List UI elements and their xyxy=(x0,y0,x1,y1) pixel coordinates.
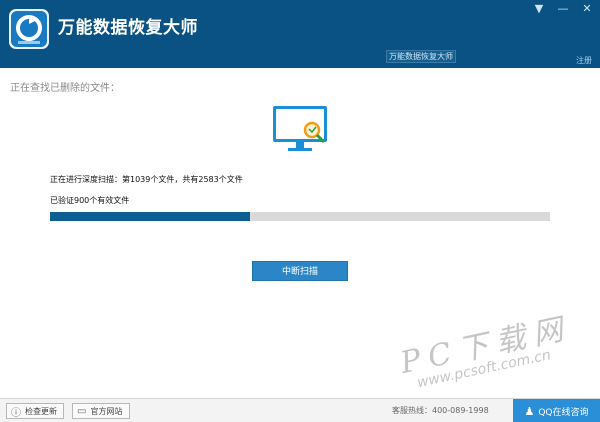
qq-penguin-icon: ♟ xyxy=(524,404,535,418)
service-hotline: 客服热线：400-089-1998 xyxy=(392,406,489,415)
register-link[interactable]: 注册 xyxy=(576,55,592,66)
qq-consult-label: QQ在线咨询 xyxy=(538,407,589,418)
scan-progress-text: 正在进行深度扫描：第1039个文件，共有2583个文件 xyxy=(50,175,243,184)
app-title: 万能数据恢复大师 xyxy=(58,18,198,38)
title-caption-overlay: 万能数据恢复大师 xyxy=(386,50,456,63)
minimize-icon[interactable]: — xyxy=(556,2,570,16)
info-icon: ⓘ xyxy=(11,407,21,419)
stop-scan-button[interactable]: 中断扫描 xyxy=(252,261,348,281)
monitor-search-icon xyxy=(273,106,327,151)
qq-consult-button[interactable]: ♟ QQ在线咨询 xyxy=(513,399,600,422)
scan-progress-bar xyxy=(50,212,550,221)
official-website-button[interactable]: ▭ 官方网站 xyxy=(72,403,130,419)
monitor-icon: ▭ xyxy=(77,405,87,417)
close-icon[interactable]: ✕ xyxy=(580,2,594,16)
official-website-label: 官方网站 xyxy=(90,406,123,416)
menu-dropdown-icon[interactable]: ▼ xyxy=(532,2,546,16)
check-update-label: 检查更新 xyxy=(25,406,57,416)
check-update-button[interactable]: ⓘ 检查更新 xyxy=(6,403,64,419)
scan-status-title: 正在查找已删除的文件： xyxy=(10,83,120,94)
title-bar: 万能数据恢复大师 ▼ — ✕ 万能数据恢复大师 注册 xyxy=(0,0,600,68)
footer-bar: ⓘ 检查更新 ▭ 官方网站 客服热线：400-089-1998 ♟ QQ在线咨询 xyxy=(0,398,600,422)
app-logo-icon xyxy=(9,9,49,49)
verified-files-text: 已验证900个有效文件 xyxy=(50,196,130,205)
scan-progress-fill xyxy=(50,212,250,221)
window-controls: ▼ — ✕ xyxy=(532,2,594,16)
